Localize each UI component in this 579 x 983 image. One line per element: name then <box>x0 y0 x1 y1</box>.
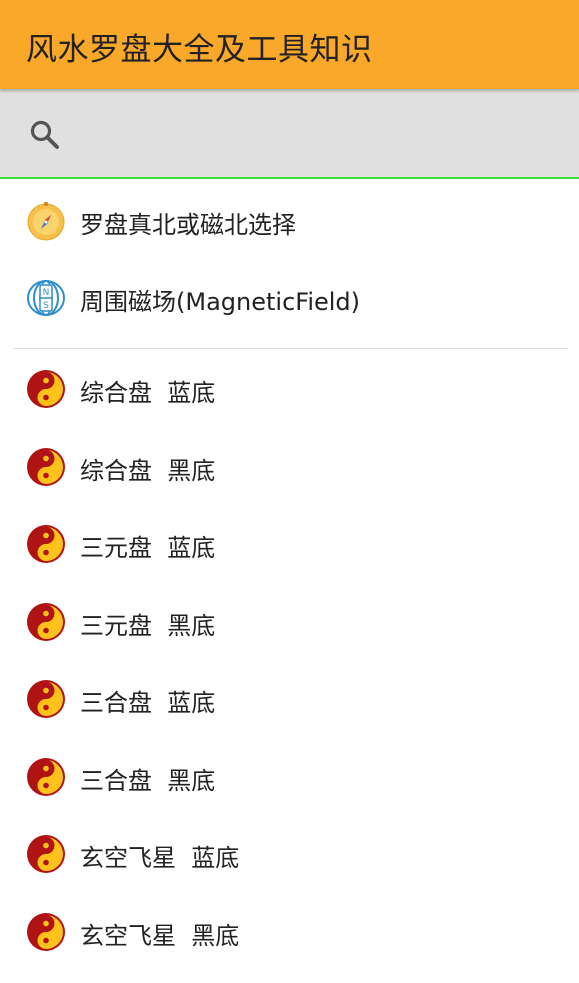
list-item-label: 综合盘 蓝底 <box>80 379 216 407</box>
search-icon[interactable] <box>28 118 62 152</box>
list-item-compass[interactable]: 三合盘 黑底 <box>0 739 579 816</box>
list-item-compass[interactable]: 综合盘 蓝底 <box>0 351 579 428</box>
list-item-compass[interactable]: 三元盘 蓝底 <box>0 506 579 583</box>
yin-yang-icon <box>27 835 65 873</box>
list-item-label: 三合盘 黑底 <box>80 767 216 795</box>
list-item-compass[interactable]: 玄空飞星 黑底 <box>0 894 579 971</box>
list-item-label: 三元盘 蓝底 <box>80 534 216 562</box>
svg-text:N: N <box>43 288 50 298</box>
list-item-label: 玄空飞星 蓝底 <box>80 844 240 872</box>
yin-yang-icon <box>27 370 65 408</box>
list-item-compass[interactable]: 综合盘 黑底 <box>0 429 579 506</box>
yin-yang-icon <box>27 525 65 563</box>
yin-yang-icon <box>27 680 65 718</box>
list-item-true-north[interactable]: 罗盘真北或磁北选择 <box>0 183 579 260</box>
app-bar: 风水罗盘大全及工具知识 <box>0 0 579 89</box>
yin-yang-icon <box>27 913 65 951</box>
yin-yang-icon <box>27 758 65 796</box>
app-title: 风水罗盘大全及工具知识 <box>26 32 373 68</box>
list-item-label: 玄空飞星 黑底 <box>80 922 240 950</box>
list-item-compass[interactable]: 玄空飞星 蓝底 <box>0 816 579 893</box>
svg-text:S: S <box>43 301 49 311</box>
yin-yang-icon <box>27 603 65 641</box>
list-divider <box>14 348 568 349</box>
app-screen: 风水罗盘大全及工具知识 罗盘真北或磁北选择 N S 周围磁场(MagneticF… <box>0 0 579 983</box>
list-item-compass[interactable]: 三元盘 黑底 <box>0 584 579 661</box>
yin-yang-icon <box>27 448 65 486</box>
list-item-label: 三元盘 黑底 <box>80 612 216 640</box>
list-item-compass[interactable]: 三合盘 蓝底 <box>0 661 579 738</box>
compass-icon <box>27 202 65 241</box>
list-item-label: 周围磁场(MagneticField) <box>80 288 361 316</box>
list-item-label: 罗盘真北或磁北选择 <box>80 211 296 239</box>
search-bar[interactable] <box>0 89 579 179</box>
magnet-icon: N S <box>27 280 65 316</box>
list-item-label: 综合盘 黑底 <box>80 457 216 485</box>
list-item-label: 三合盘 蓝底 <box>80 689 216 717</box>
list-item-magnetic-field[interactable]: N S 周围磁场(MagneticField) <box>0 260 579 337</box>
